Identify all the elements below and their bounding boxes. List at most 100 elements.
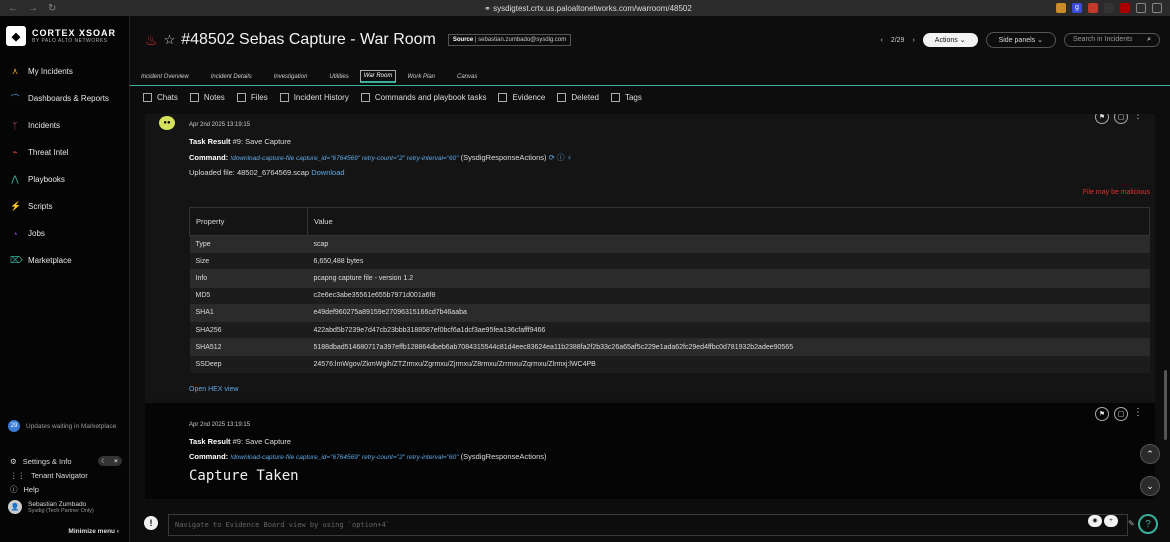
scripts-icon: ⚡ [10, 201, 22, 211]
sun-icon: ☀ [113, 458, 119, 465]
search-icon: ⌕ [1147, 36, 1151, 43]
page-title: #48502 Sebas Capture - War Room [181, 31, 436, 48]
cli-helpers: ◉ + [1088, 515, 1118, 527]
filter-deleted[interactable]: Deleted [557, 93, 599, 102]
minimize-menu-button[interactable]: Minimize menu ‹ [68, 528, 119, 535]
note-icon[interactable]: ▢ [1114, 114, 1128, 124]
bulb-icon[interactable]: ♀ [567, 153, 573, 162]
chevron-up-icon: ⌃ [1146, 448, 1154, 459]
brand-logo[interactable]: ◆ CORTEX XSOAR BY PALO ALTO NETWORKS [6, 26, 116, 46]
more-icon[interactable]: ⋮ [1133, 114, 1143, 124]
note-icon[interactable]: ▢ [1114, 407, 1128, 421]
extension-icon[interactable] [1104, 3, 1114, 13]
incident-header: ♨ ☆ #48502 Sebas Capture - War Room Sour… [130, 16, 1170, 66]
side-panels-button[interactable]: Side panels ⌄ [985, 32, 1056, 48]
prev-incident-icon[interactable]: ‹ [880, 37, 882, 44]
war-room-entry: ⚑ ▢ ⋮ Apr 2nd 2025 13:19:15 Task Result … [145, 403, 1155, 499]
question-icon: ? [1145, 518, 1151, 530]
filter-commands[interactable]: Commands and playbook tasks [360, 93, 486, 102]
incidents-icon: ᛉ [12, 120, 18, 131]
back-icon[interactable]: ← [8, 3, 18, 14]
chevron-down-icon: ⌄ [1146, 480, 1154, 491]
table-row: MD5 c2e6ec3abe35561e655b7971d001a6f8 [189, 286, 1150, 305]
filter-incident-history[interactable]: Incident History [279, 93, 349, 102]
dashboard-icon: ⌒ [10, 94, 20, 104]
table-row: SHA1 e49def960275a89159e27096315166cd7b46… [189, 303, 1150, 322]
tab-incident-details[interactable]: Incident Details [200, 74, 263, 80]
extension-icon[interactable] [1088, 3, 1098, 13]
command-line: Command: !download-capture-file capture_… [189, 153, 573, 162]
incident-pager: 2/29 [890, 36, 905, 44]
reload-icon[interactable]: ↻ [48, 3, 56, 14]
help-button[interactable]: ? [1138, 514, 1158, 534]
alert-icon[interactable]: ! [144, 516, 158, 530]
add-icon[interactable]: + [1104, 515, 1118, 527]
sidebar: ◆ CORTEX XSOAR BY PALO ALTO NETWORKS ⋏ My… [0, 16, 130, 542]
command-line: Command: !download-capture-file capture_… [189, 452, 547, 461]
filter-evidence[interactable]: Evidence [498, 93, 545, 102]
filter-files[interactable]: Files [236, 93, 268, 102]
incident-tabs: Incident Overview Incident Details Inves… [130, 68, 1170, 86]
file-properties-table: Property Value Type scap Size 6,650,488 by… [189, 207, 1150, 373]
sidebar-toggle-icon[interactable] [1152, 3, 1162, 13]
tenant-navigator[interactable]: ⋮⋮ Tenant Navigator [0, 468, 130, 482]
star-icon[interactable]: ☆ [164, 32, 176, 48]
sidebar-item-jobs[interactable]: ◔ Jobs [0, 220, 130, 247]
filter-tags[interactable]: Tags [610, 93, 642, 102]
extension-icon[interactable] [1136, 3, 1146, 13]
download-link[interactable]: Download [311, 168, 344, 177]
more-icon[interactable]: ⋮ [1133, 407, 1143, 421]
tab-war-room[interactable]: War Room [359, 70, 397, 83]
theme-toggle[interactable]: ☾ ☀ [98, 456, 122, 466]
info-icon[interactable]: ⓘ [557, 153, 565, 162]
tab-work-plan[interactable]: Work Plan [396, 74, 446, 80]
browser-nav: ← → ↻ [0, 3, 120, 14]
next-incident-icon[interactable]: › [912, 37, 914, 44]
checkbox-icon [143, 93, 152, 102]
brand-sub: BY PALO ALTO NETWORKS [32, 38, 108, 44]
extension-icon[interactable] [1120, 3, 1130, 13]
marketplace-icon: ⌦ [10, 255, 23, 265]
marketplace-updates[interactable]: 29 Updates waiting in Marketplace [0, 416, 130, 436]
rerun-icon[interactable]: ⟳ [549, 153, 555, 162]
sidebar-item-scripts[interactable]: ⚡ Scripts [0, 193, 130, 220]
filter-chats[interactable]: Chats [143, 93, 178, 102]
scrollbar[interactable] [1164, 370, 1167, 440]
sidebar-item-threat-intel[interactable]: ⌁ Threat Intel [0, 139, 130, 166]
scroll-down-button[interactable]: ⌄ [1140, 476, 1160, 496]
open-hex-link[interactable]: Open HEX view [189, 386, 238, 393]
table-row: Type scap [189, 234, 1150, 253]
sidebar-item-playbooks[interactable]: ⋀ Playbooks [0, 166, 130, 193]
tab-canvas[interactable]: Canvas [446, 74, 488, 80]
flag-icon[interactable]: ⚑ [1095, 407, 1109, 421]
user-org: Sysdig (Tech Partner Only) [28, 507, 94, 514]
tab-incident-overview[interactable]: Incident Overview [130, 74, 200, 80]
tab-investigation[interactable]: Investigation [263, 74, 319, 80]
forward-icon[interactable]: → [28, 3, 38, 14]
search-input[interactable]: Search in Incidents ⌕ [1064, 33, 1160, 47]
sidebar-item-incidents[interactable]: ᛉ Incidents [0, 112, 130, 139]
help-link[interactable]: ⓘ Help [0, 482, 130, 496]
war-room-entries[interactable]: ●● ⚑ ▢ ⋮ Apr 2nd 2025 13:19:15 Task Resu… [145, 114, 1155, 499]
address-bar[interactable]: ⚭ sysdigtest.crtx.us.paloaltonetworks.co… [120, 4, 1056, 13]
moon-icon: ☾ [101, 458, 107, 465]
sidebar-item-marketplace[interactable]: ⌦ Marketplace [0, 247, 130, 274]
actions-button[interactable]: Actions ⌄ [922, 33, 978, 47]
scroll-up-button[interactable]: ⌃ [1140, 444, 1160, 464]
assistant-icon[interactable]: ◉ [1088, 515, 1102, 527]
filter-notes[interactable]: Notes [189, 93, 225, 102]
cli-input[interactable]: Navigate to Evidence Board view by using… [168, 514, 1128, 536]
extension-icon[interactable]: g [1072, 3, 1082, 13]
chevron-down-icon: ⌄ [959, 37, 966, 44]
pen-icon[interactable]: ✎ [1128, 519, 1135, 528]
sidebar-item-my-incidents[interactable]: ⋏ My Incidents [0, 58, 130, 85]
tab-utilities[interactable]: Utilities [318, 74, 359, 80]
user-profile[interactable]: 👤 Sebastian Zumbado Sysdig (Tech Partner… [0, 500, 130, 514]
entry-actions: ⚑ ▢ ⋮ [1095, 114, 1143, 124]
extension-icon[interactable] [1056, 3, 1066, 13]
grid-icon: ⋮⋮ [10, 470, 25, 480]
settings-info[interactable]: ⚙ Settings & Info ☾ ☀ [0, 454, 130, 468]
flag-icon[interactable]: ⚑ [1095, 114, 1109, 124]
entry-actions: ⚑ ▢ ⋮ [1095, 407, 1143, 421]
sidebar-item-dashboards[interactable]: ⌒ Dashboards & Reports [0, 85, 130, 112]
